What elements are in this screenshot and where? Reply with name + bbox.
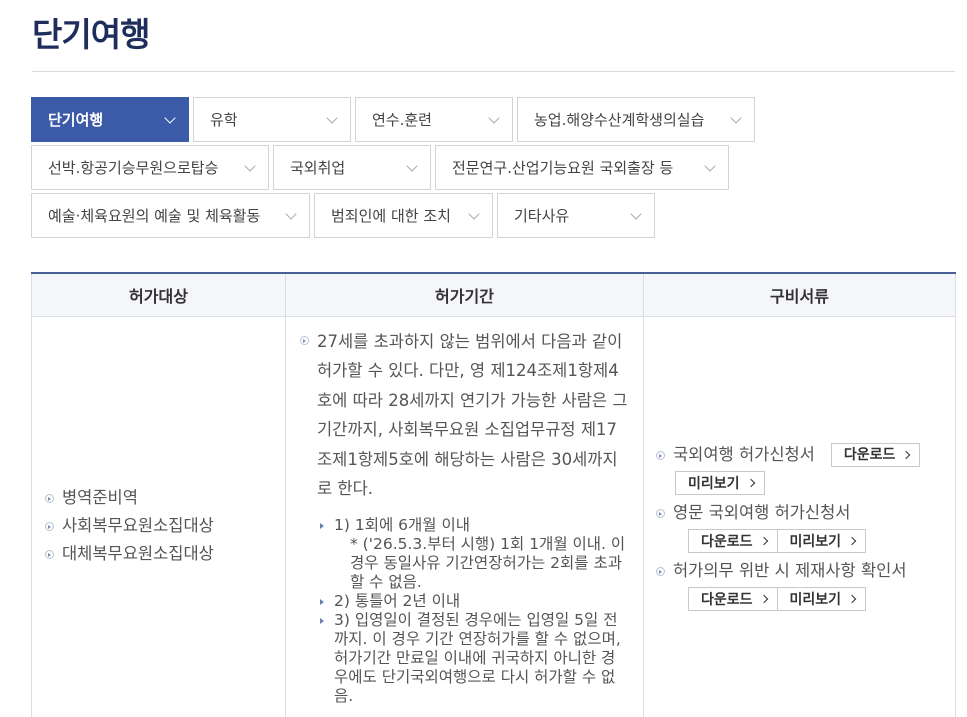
list-item: 사회복무요원소집대상 xyxy=(45,512,285,540)
tab-ship-aircraft-crew[interactable]: 선박.항공기승무원으로탑승 xyxy=(31,145,269,190)
chevron-down-icon xyxy=(468,207,480,220)
chevron-right-icon xyxy=(902,450,911,460)
list-item: 2) 통틀어 2년 이내 xyxy=(320,592,629,611)
chevron-down-icon xyxy=(730,111,742,124)
permission-table: 허가대상 허가기간 구비서류 병역준비역 사회복무요원소집대상 대체복무요원소집… xyxy=(31,272,956,717)
document-name: 영문 국외여행 허가신청서 xyxy=(673,503,851,522)
tab-label: 선박.항공기승무원으로탑승 xyxy=(48,159,219,177)
document-item: 영문 국외여행 허가신청서 다운로드 미리보기 xyxy=(656,499,943,553)
document-name: 허가의무 위반 시 제재사항 확인서 xyxy=(673,561,907,580)
chevron-down-icon xyxy=(326,111,338,124)
chevron-right-icon xyxy=(847,536,857,546)
triangle-bullet-icon xyxy=(320,522,324,529)
document-item: 국외여행 허가신청서 다운로드 미리보기 xyxy=(656,441,943,495)
tab-agri-marine-practice[interactable]: 농업.해양수산계학생의실습 xyxy=(517,97,755,142)
tab-label: 예술·체육요원의 예술 및 체육활동 xyxy=(48,207,261,225)
tab-overseas-employment[interactable]: 국외취업 xyxy=(273,145,431,190)
list-item: 대체복무요원소집대상 xyxy=(45,540,285,568)
header-period: 허가기간 xyxy=(285,272,644,317)
tab-training[interactable]: 연수.훈련 xyxy=(355,97,513,142)
tab-research-agent-business-trip[interactable]: 전문연구.산업기능요원 국외출장 등 xyxy=(435,145,729,190)
bullet-icon xyxy=(300,335,309,345)
bullet-icon xyxy=(656,566,665,576)
chevron-right-icon xyxy=(759,594,768,604)
chevron-down-icon xyxy=(704,159,716,172)
header-documents: 구비서류 xyxy=(643,272,956,317)
list-item: 병역준비역 xyxy=(45,484,285,512)
list-item: 3) 입영일이 결정된 경우에는 입영일 5일 전까지. 이 경우 기간 연장허… xyxy=(320,611,629,706)
tab-label: 국외취업 xyxy=(290,159,346,177)
bullet-icon xyxy=(45,522,54,531)
chevron-right-icon xyxy=(847,594,857,604)
bullet-icon xyxy=(656,508,665,518)
preview-button[interactable]: 미리보기 xyxy=(777,587,867,611)
chevron-down-icon xyxy=(285,207,297,220)
chevron-right-icon xyxy=(759,536,768,546)
tab-criminal-measures[interactable]: 범죄인에 대한 조치 xyxy=(314,193,493,238)
tab-other-reasons[interactable]: 기타사유 xyxy=(497,193,655,238)
tab-label: 기타사유 xyxy=(514,207,570,225)
tab-study-abroad[interactable]: 유학 xyxy=(193,97,351,142)
download-button[interactable]: 다운로드 xyxy=(688,529,778,553)
title-divider xyxy=(32,71,955,72)
tab-short-travel[interactable]: 단기여행 xyxy=(31,97,189,142)
chevron-down-icon xyxy=(164,111,176,124)
document-item: 허가의무 위반 시 제재사항 확인서 다운로드 미리보기 xyxy=(656,557,943,611)
chevron-down-icon xyxy=(406,159,418,172)
chevron-right-icon xyxy=(746,478,755,488)
tab-label: 범죄인에 대한 조치 xyxy=(331,207,451,225)
bullet-icon xyxy=(45,494,54,503)
chevron-down-icon xyxy=(630,207,642,220)
bullet-icon xyxy=(45,550,54,559)
chevron-down-icon xyxy=(488,111,500,124)
target-cell: 병역준비역 사회복무요원소집대상 대체복무요원소집대상 xyxy=(31,315,286,717)
tab-label: 유학 xyxy=(210,111,238,129)
tab-arts-sports-activities[interactable]: 예술·체육요원의 예술 및 체육활동 xyxy=(31,193,310,238)
tab-label: 농업.해양수산계학생의실습 xyxy=(534,111,705,129)
preview-button[interactable]: 미리보기 xyxy=(777,529,867,553)
documents-cell: 국외여행 허가신청서 다운로드 미리보기 영문 국외여행 허가신청서 다운로드 … xyxy=(643,315,956,717)
period-description: 27세를 초과하지 않는 범위에서 다음과 같이 허가할 수 있다. 다만, 영… xyxy=(317,331,628,499)
tab-label: 연수.훈련 xyxy=(372,111,432,129)
tab-label: 전문연구.산업기능요원 국외출장 등 xyxy=(452,159,674,177)
period-cell: 27세를 초과하지 않는 범위에서 다음과 같이 허가할 수 있다. 다만, 영… xyxy=(285,315,644,717)
list-item: 1) 1회에 6개월 이내 * ('26.5.3.부터 시행) 1회 1개월 이내… xyxy=(320,516,629,592)
bullet-icon xyxy=(656,450,665,460)
chevron-down-icon xyxy=(244,159,256,172)
download-button[interactable]: 다운로드 xyxy=(830,443,921,467)
download-button[interactable]: 다운로드 xyxy=(688,587,778,611)
category-tabs: 단기여행 유학 연수.훈련 농업.해양수산계학생의실습 선박.항공기승무원으로탑… xyxy=(31,97,961,241)
preview-button[interactable]: 미리보기 xyxy=(675,471,765,495)
header-target: 허가대상 xyxy=(31,272,286,317)
tab-label: 단기여행 xyxy=(48,111,104,129)
triangle-bullet-icon xyxy=(320,617,324,624)
page-title: 단기여행 xyxy=(32,15,150,54)
triangle-bullet-icon xyxy=(320,598,324,605)
document-name: 국외여행 허가신청서 xyxy=(673,445,815,464)
